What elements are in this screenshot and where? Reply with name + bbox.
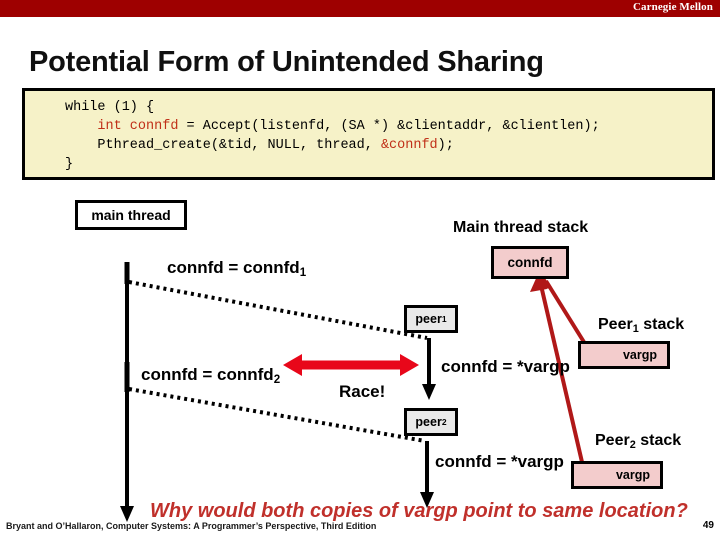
peer2-label: peer — [415, 415, 442, 429]
connfd-variable-box: connfd — [491, 246, 569, 279]
connfd-assign-2-subscript: 2 — [273, 374, 281, 387]
connfd-assign-1-text: connfd = connfd — [167, 258, 300, 277]
code-line-2-rest: = Accept(listenfd, (SA *) &clientaddr, &… — [178, 119, 600, 134]
connfd-box-label: connfd — [507, 255, 553, 270]
code-line-4: } — [65, 157, 74, 172]
code-block: while (1) { int connfd = Accept(listenfd… — [22, 88, 715, 180]
code-line-2-indent — [65, 119, 97, 134]
slide-canvas: Carnegie Mellon Potential Form of Uninte… — [0, 0, 720, 540]
peer2-stack-label: Peer2 stack — [595, 432, 681, 451]
footer-page-number: 49 — [702, 520, 714, 531]
header-bar — [0, 0, 720, 17]
footer-credit: Bryant and O’Hallaron, Computer Systems:… — [6, 521, 377, 531]
vargp1-variable-box: vargp — [578, 341, 670, 369]
page-title: Potential Form of Unintended Sharing — [29, 46, 544, 78]
peer1-label: peer — [415, 312, 442, 326]
peer1-stack-tail: stack — [638, 316, 685, 333]
peer1-box: peer 1 — [404, 305, 458, 333]
vargp1-label: vargp — [622, 348, 657, 362]
code-line-3-keyword: &connfd — [380, 138, 438, 153]
peer1-subscript: 1 — [441, 314, 447, 324]
code-line-3-head: Pthread_create(&tid, NULL, thread, — [65, 138, 381, 153]
vargp2-variable-box: vargp — [571, 461, 663, 489]
connfd-assign-1-subscript: 1 — [299, 267, 307, 280]
peer2-subscript: 2 — [441, 417, 447, 427]
connfd-assign-1-label: connfd = connfd1 — [167, 258, 306, 279]
main-thread-label: main thread — [91, 207, 171, 223]
code-line-3-tail: ); — [437, 138, 454, 153]
code-line-2-keyword: int connfd — [97, 119, 179, 134]
peer2-stack-text: Peer — [595, 432, 630, 449]
connfd-assign-2-label: connfd = connfd2 — [141, 365, 280, 386]
connfd-vargp-2-label: connfd = *vargp — [435, 452, 564, 471]
code-listing: while (1) { int connfd = Accept(listenfd… — [65, 98, 600, 174]
brand-label: Carnegie Mellon — [632, 1, 713, 13]
main-thread-stack-label: Main thread stack — [453, 219, 589, 236]
main-thread-box: main thread — [75, 200, 187, 230]
peer1-stack-label: Peer1 stack — [598, 316, 684, 335]
question-text: Why would both copies of vargp point to … — [150, 500, 688, 522]
vargp2-label: vargp — [615, 468, 650, 482]
peer2-stack-tail: stack — [635, 432, 682, 449]
connfd-vargp-1-label: connfd = *vargp — [441, 357, 570, 376]
peer1-stack-text: Peer — [598, 316, 633, 333]
peer2-box: peer 2 — [404, 408, 458, 436]
diagram-connectors — [120, 262, 599, 522]
code-line-1: while (1) { — [65, 100, 155, 115]
race-label: Race! — [339, 382, 386, 401]
connfd-assign-2-text: connfd = connfd — [141, 365, 274, 384]
